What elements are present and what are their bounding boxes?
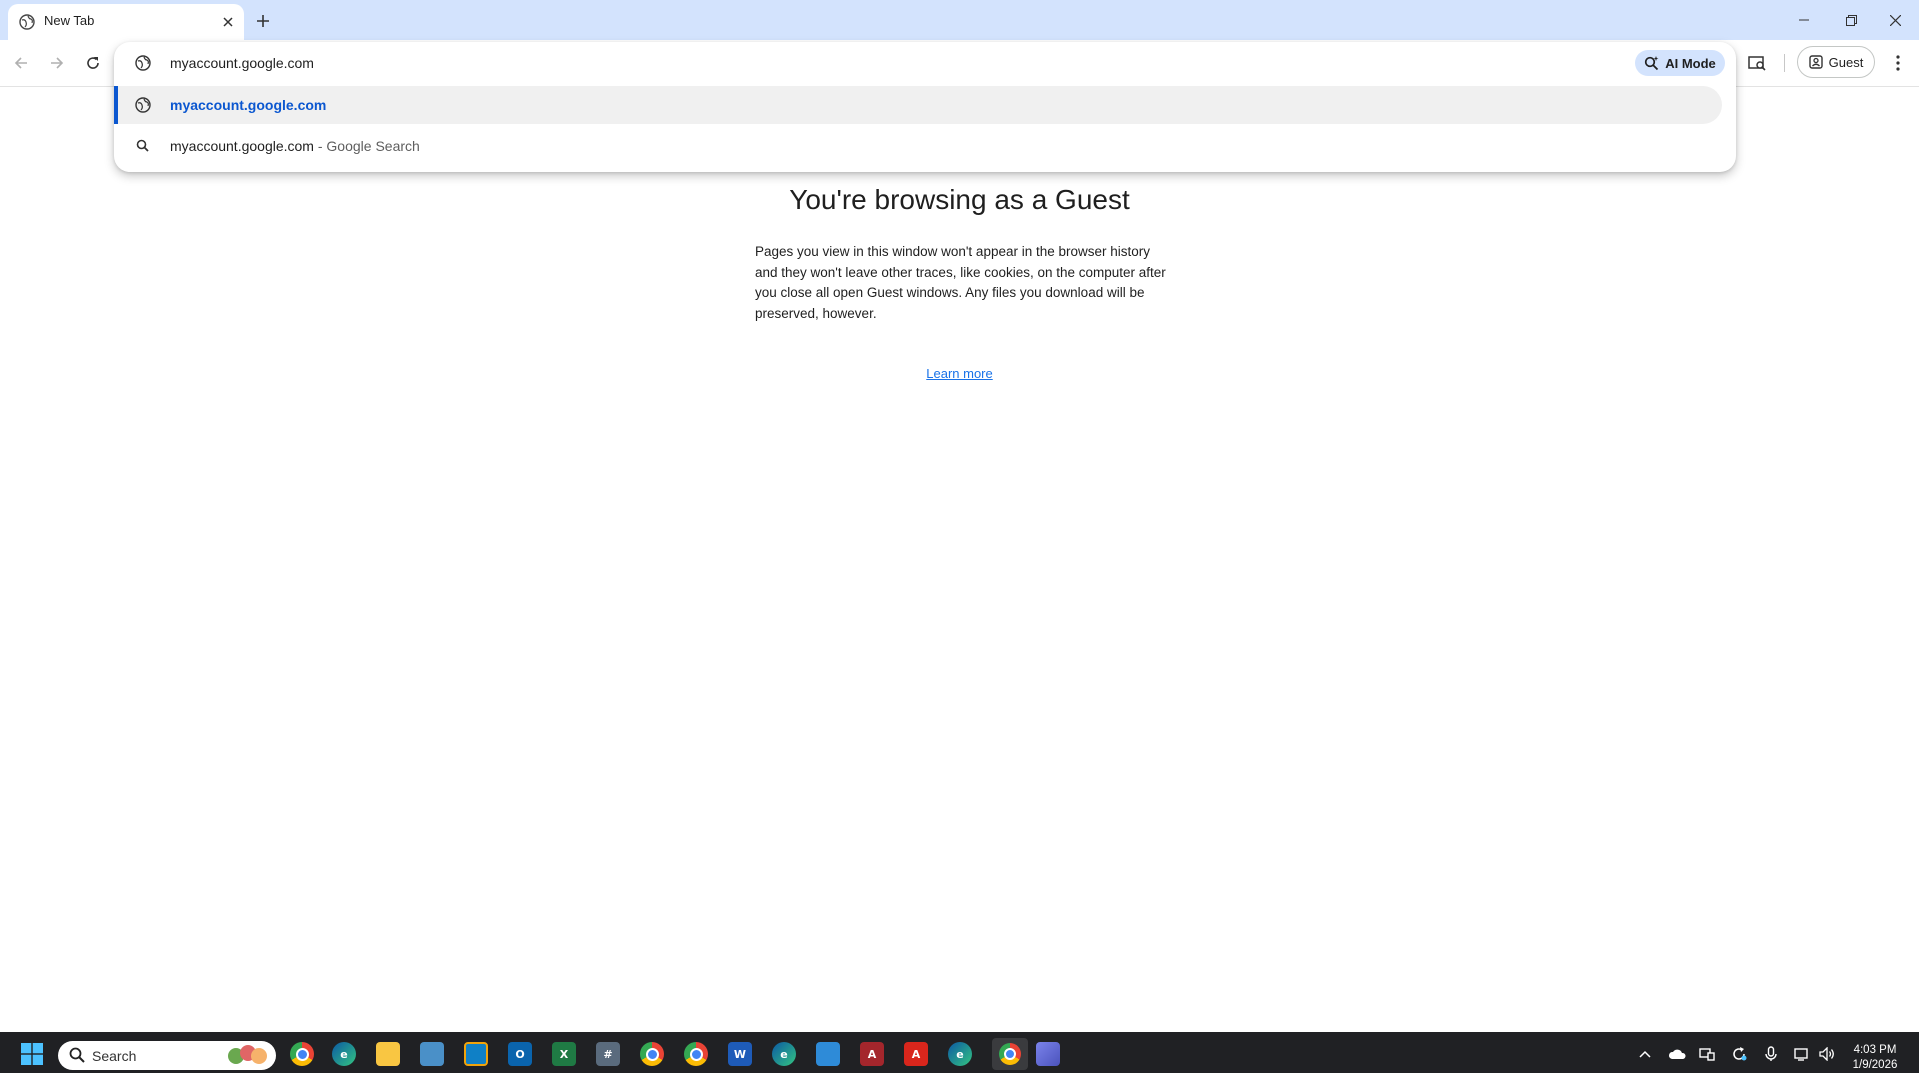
taskbar-search-placeholder: Search xyxy=(92,1047,137,1064)
device-icon xyxy=(1699,1048,1715,1061)
calculator-app-icon[interactable]: # xyxy=(596,1042,620,1066)
arrow-left-icon xyxy=(14,57,27,69)
restore-icon xyxy=(1845,14,1857,26)
learn-more-text[interactable]: Learn more xyxy=(926,366,992,381)
suggestion-search[interactable]: myaccount.google.com - Google Search xyxy=(114,127,1722,165)
clock-date: 1/9/2026 xyxy=(1852,1059,1898,1071)
edge-app-icon[interactable]: e xyxy=(332,1042,356,1066)
tab-strip: New Tab xyxy=(0,0,1919,40)
learn-more-link: Learn more xyxy=(0,366,1919,381)
restore-button[interactable] xyxy=(1829,4,1873,36)
windows-taskbar: Search e O X # W e A A e xyxy=(0,1032,1919,1073)
globe-icon xyxy=(135,55,151,71)
menu-button[interactable] xyxy=(1886,50,1910,76)
guest-label: Guest xyxy=(1828,54,1864,70)
search-highlights-icon xyxy=(228,1045,267,1064)
teams-app-icon[interactable] xyxy=(1036,1042,1060,1066)
suggestion-search-text: myaccount.google.com - Google Search xyxy=(170,138,420,154)
omnibox-dropdown: myaccount.google.com AI Mode myaccount.g… xyxy=(114,42,1736,172)
plus-icon xyxy=(257,15,269,27)
close-icon xyxy=(1889,14,1901,26)
minimize-icon xyxy=(1799,19,1809,21)
access-app-icon[interactable]: A xyxy=(860,1042,884,1066)
network-icon xyxy=(1794,1048,1808,1061)
sync-tray-button[interactable] xyxy=(1730,1045,1748,1063)
speaker-icon xyxy=(1819,1047,1834,1061)
notepad-app-icon[interactable] xyxy=(816,1042,840,1066)
outlook-app-icon[interactable]: O xyxy=(508,1042,532,1066)
person-icon xyxy=(1808,55,1823,69)
suggestion-url-text: myaccount.google.com xyxy=(170,97,327,113)
suggestion-search-suffix: - Google Search xyxy=(313,138,420,154)
suggestion-search-query: myaccount.google.com xyxy=(170,138,314,154)
page-title: You're browsing as a Guest xyxy=(789,184,1130,215)
search-icon xyxy=(69,1047,85,1063)
arrow-right-icon xyxy=(51,57,64,69)
search-icon xyxy=(136,139,149,152)
guest-description: Pages you view in this window won't appe… xyxy=(755,244,1166,321)
tab-search-icon xyxy=(1748,56,1766,71)
guest-profile-button[interactable]: Guest xyxy=(1797,46,1875,78)
ai-search-icon xyxy=(1645,55,1659,70)
new-tab-button[interactable] xyxy=(252,10,274,32)
chrome-active-app-icon[interactable] xyxy=(992,1038,1028,1070)
reload-icon xyxy=(87,57,99,69)
tab-title: New Tab xyxy=(44,13,95,28)
edge-beta-app-icon[interactable]: e xyxy=(772,1042,796,1066)
acrobat-app-icon[interactable]: A xyxy=(904,1042,928,1066)
chrome-profile-icon[interactable] xyxy=(640,1042,664,1066)
show-hidden-icons-button[interactable] xyxy=(1636,1045,1654,1063)
tab-new-tab[interactable]: New Tab xyxy=(8,4,244,40)
start-button[interactable] xyxy=(20,1042,44,1066)
toolbar-divider xyxy=(1784,54,1785,72)
edge-dev-app-icon[interactable]: e xyxy=(948,1042,972,1066)
minimize-button[interactable] xyxy=(1782,4,1826,36)
tab-close-button[interactable] xyxy=(218,12,238,32)
address-input-value[interactable]: myaccount.google.com xyxy=(170,55,314,71)
onedrive-tray-button[interactable] xyxy=(1668,1045,1686,1063)
network-tray-button[interactable] xyxy=(1793,1045,1811,1063)
word-app-icon[interactable]: W xyxy=(728,1042,752,1066)
address-bar[interactable]: myaccount.google.com AI Mode xyxy=(114,42,1736,84)
more-vert-icon xyxy=(1896,55,1900,71)
device-tray-button[interactable] xyxy=(1698,1045,1716,1063)
microphone-tray-button[interactable] xyxy=(1762,1045,1780,1063)
chrome-profile-2-icon[interactable] xyxy=(684,1042,708,1066)
clock-time: 4:03 PM xyxy=(1853,1044,1897,1056)
snipping-tool-icon[interactable] xyxy=(464,1042,488,1066)
windows-logo-icon xyxy=(21,1043,43,1065)
sync-icon xyxy=(1733,1047,1747,1061)
tab-search-button[interactable] xyxy=(1744,50,1770,76)
excel-app-icon[interactable]: X xyxy=(552,1042,576,1066)
reload-button[interactable] xyxy=(80,50,106,76)
ai-mode-label: AI Mode xyxy=(1665,55,1716,71)
back-button[interactable] xyxy=(8,50,34,76)
remote-desktop-icon[interactable] xyxy=(420,1042,444,1066)
chrome-app-icon[interactable] xyxy=(290,1042,314,1066)
close-icon xyxy=(223,17,233,27)
cloud-icon xyxy=(1668,1049,1686,1059)
taskbar-clock[interactable]: 4:03 PM 1/9/2026 xyxy=(1840,1043,1910,1073)
volume-tray-button[interactable] xyxy=(1818,1045,1836,1063)
globe-icon xyxy=(135,97,151,113)
ai-mode-button[interactable]: AI Mode xyxy=(1635,50,1725,76)
window-close-button[interactable] xyxy=(1873,4,1917,36)
chevron-up-icon xyxy=(1639,1050,1651,1058)
file-explorer-icon[interactable] xyxy=(376,1042,400,1066)
microphone-icon xyxy=(1765,1046,1777,1061)
suggestion-url[interactable]: myaccount.google.com xyxy=(114,86,1722,124)
forward-button[interactable] xyxy=(44,50,70,76)
globe-icon xyxy=(19,14,35,30)
taskbar-search[interactable]: Search xyxy=(58,1041,276,1070)
